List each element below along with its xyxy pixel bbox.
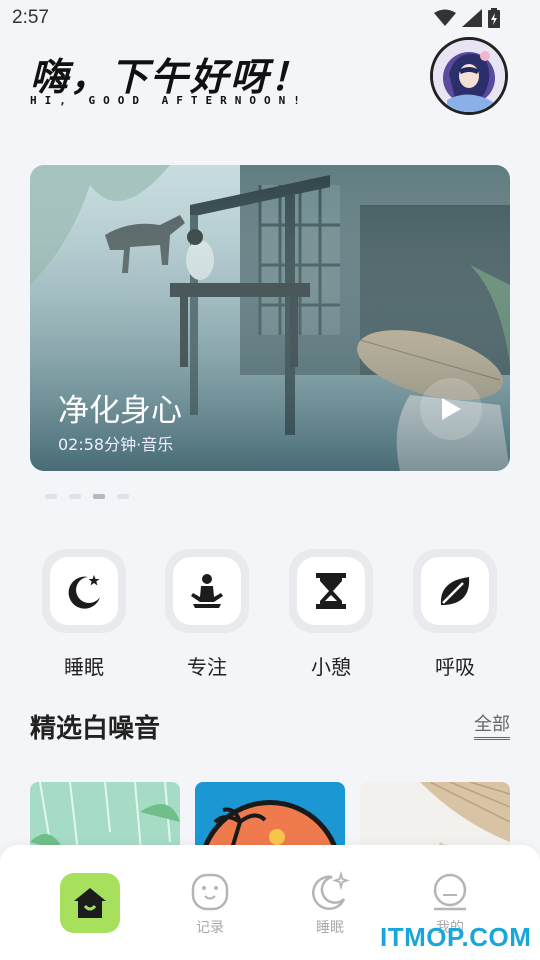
greeting-title: 嗨，下午好呀！ bbox=[30, 55, 311, 99]
greeting-subtitle: HI, GOOD AFTERNOON! bbox=[30, 94, 308, 107]
status-icons bbox=[434, 8, 500, 28]
nav-sleep[interactable]: 睡眠 bbox=[310, 870, 350, 937]
avatar[interactable] bbox=[430, 37, 508, 115]
carousel-dot-active bbox=[93, 494, 105, 499]
meditation-icon bbox=[191, 574, 223, 608]
moon-sparkle-icon bbox=[312, 870, 350, 910]
carousel-indicator bbox=[45, 494, 129, 499]
banner-title: 净化身心 bbox=[58, 393, 182, 429]
banner-meta: 02:58分钟·音乐 bbox=[58, 435, 174, 454]
carousel-dot bbox=[117, 494, 129, 499]
section-title: 精选白噪音 bbox=[30, 714, 161, 744]
featured-banner[interactable]: 净化身心 02:58分钟·音乐 bbox=[30, 165, 510, 471]
category-label: 专注 bbox=[187, 655, 227, 679]
hourglass-icon bbox=[316, 573, 346, 609]
view-all-link[interactable]: 全部 bbox=[474, 710, 510, 740]
battery-icon bbox=[488, 8, 500, 28]
play-icon bbox=[442, 398, 461, 420]
nav-records[interactable]: 记录 bbox=[190, 873, 230, 937]
leaf-icon bbox=[440, 577, 470, 605]
category-focus[interactable]: 专注 bbox=[165, 549, 249, 680]
category-breathe[interactable]: 呼吸 bbox=[413, 549, 497, 680]
category-label: 小憩 bbox=[311, 655, 351, 679]
face-icon bbox=[191, 873, 229, 911]
nav-home[interactable] bbox=[60, 873, 120, 933]
category-sleep[interactable]: 睡眠 bbox=[42, 549, 126, 680]
category-nap[interactable]: 小憩 bbox=[289, 549, 373, 680]
wifi-icon bbox=[434, 9, 456, 26]
watermark: ITMOP.COM bbox=[380, 922, 532, 952]
status-time: 2:57 bbox=[12, 7, 49, 28]
signal-icon bbox=[462, 9, 482, 27]
category-label: 睡眠 bbox=[64, 655, 104, 679]
moon-star-icon bbox=[68, 575, 100, 609]
nav-label: 记录 bbox=[196, 920, 224, 936]
profile-icon bbox=[433, 873, 467, 911]
nav-label: 睡眠 bbox=[316, 920, 344, 936]
carousel-dot bbox=[69, 494, 81, 499]
home-icon bbox=[74, 888, 106, 918]
category-label: 呼吸 bbox=[435, 655, 475, 679]
carousel-dot bbox=[45, 494, 57, 499]
play-button[interactable] bbox=[420, 378, 482, 440]
